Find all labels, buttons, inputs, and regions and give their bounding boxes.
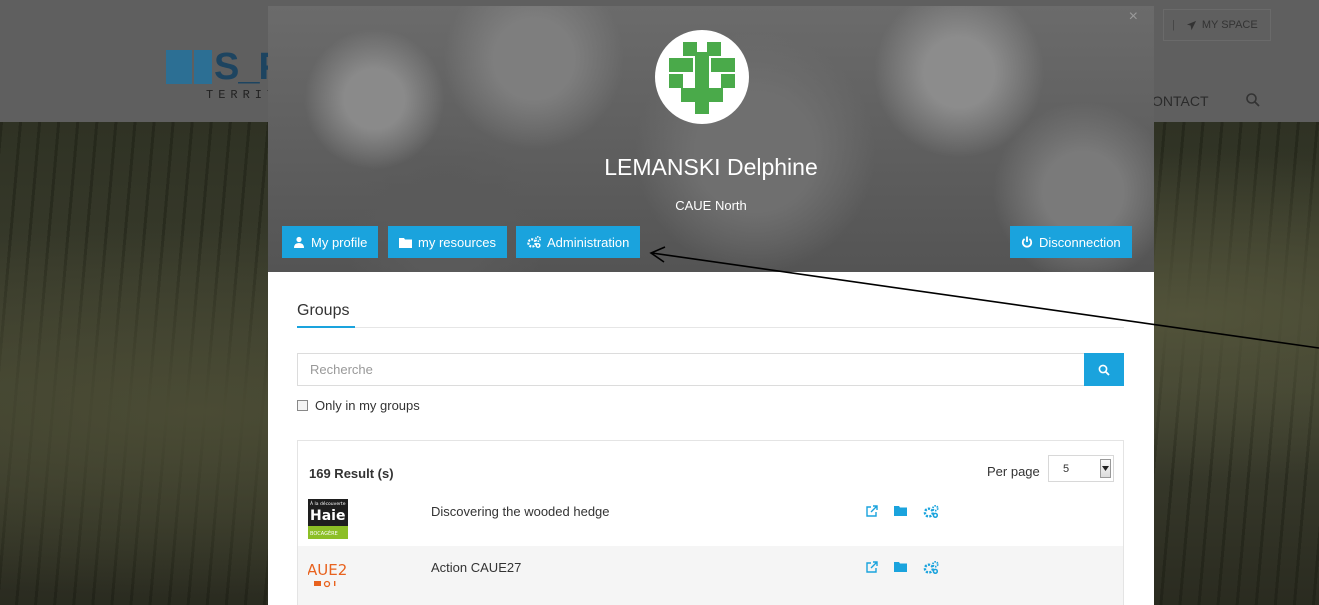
administration-button[interactable]: Administration bbox=[516, 226, 641, 258]
results-count: 169 Result (s) bbox=[309, 466, 394, 481]
disconnection-button[interactable]: Disconnection bbox=[1010, 226, 1132, 258]
folder-icon[interactable] bbox=[894, 505, 907, 516]
profile-header: × LEMANSKI Delphine CAUE North My profil… bbox=[268, 6, 1154, 272]
close-icon[interactable]: × bbox=[1129, 8, 1138, 26]
thumb-title: Haie bbox=[310, 508, 345, 524]
my-space-link[interactable]: | MY SPACE bbox=[1163, 9, 1271, 41]
my-resources-button[interactable]: my resources bbox=[388, 226, 508, 258]
search-icon[interactable] bbox=[1245, 92, 1261, 108]
table-row: AUE2 Action CAUE27 bbox=[298, 546, 1123, 605]
site-logo[interactable]: S_PA TERRIT bbox=[166, 46, 307, 102]
rocket-icon bbox=[1186, 20, 1196, 30]
folder-icon[interactable] bbox=[894, 561, 907, 572]
user-organization: CAUE North bbox=[675, 198, 747, 213]
per-page-select[interactable]: 5 bbox=[1048, 455, 1114, 482]
administration-label: Administration bbox=[547, 234, 630, 250]
only-my-groups-label: Only in my groups bbox=[315, 398, 420, 413]
search-button[interactable] bbox=[1084, 353, 1124, 386]
table-row: À la découverte Haie BOCAGÈRE Discoverin… bbox=[298, 490, 1123, 542]
only-my-groups-checkbox[interactable] bbox=[297, 400, 308, 411]
folder-icon bbox=[399, 237, 412, 248]
my-profile-label: My profile bbox=[311, 234, 368, 250]
group-title[interactable]: Discovering the wooded hedge bbox=[431, 504, 610, 519]
search-icon bbox=[1098, 364, 1110, 376]
per-page-label: Per page bbox=[987, 464, 1040, 479]
my-profile-button[interactable]: My profile bbox=[282, 226, 379, 258]
external-link-icon[interactable] bbox=[866, 505, 878, 517]
groups-tab-underline bbox=[297, 326, 355, 328]
groups-title: Groups bbox=[297, 302, 350, 319]
thumb-caption: À la découverte bbox=[310, 500, 346, 507]
group-title[interactable]: Action CAUE27 bbox=[431, 560, 521, 575]
divider bbox=[297, 327, 1124, 328]
profile-modal: × LEMANSKI Delphine CAUE North My profil… bbox=[268, 6, 1154, 605]
power-icon bbox=[1021, 236, 1033, 248]
cogs-icon[interactable] bbox=[923, 505, 939, 518]
my-resources-label: my resources bbox=[418, 234, 497, 250]
cogs-icon bbox=[527, 236, 541, 248]
per-page-value: 5 bbox=[1063, 462, 1070, 475]
group-thumbnail: À la découverte Haie BOCAGÈRE bbox=[308, 499, 348, 539]
only-my-groups-option: Only in my groups bbox=[297, 398, 420, 413]
external-link-icon[interactable] bbox=[866, 561, 878, 573]
cogs-icon[interactable] bbox=[923, 561, 939, 574]
user-icon bbox=[294, 236, 304, 248]
results-panel: 169 Result (s) Per page 5 À la découvert… bbox=[297, 440, 1124, 605]
group-thumbnail: AUE2 bbox=[307, 555, 348, 595]
search-input[interactable] bbox=[297, 353, 1084, 386]
user-name: LEMANSKI Delphine bbox=[604, 154, 818, 180]
chevron-down-icon bbox=[1100, 459, 1111, 478]
disconnection-label: Disconnection bbox=[1039, 234, 1121, 250]
nav-contact[interactable]: ONTACT bbox=[1152, 93, 1209, 109]
thumb-title: AUE2 bbox=[308, 561, 347, 579]
avatar bbox=[655, 30, 749, 124]
my-space-label: MY SPACE bbox=[1201, 19, 1258, 31]
thumb-subtitle: BOCAGÈRE bbox=[310, 529, 338, 537]
